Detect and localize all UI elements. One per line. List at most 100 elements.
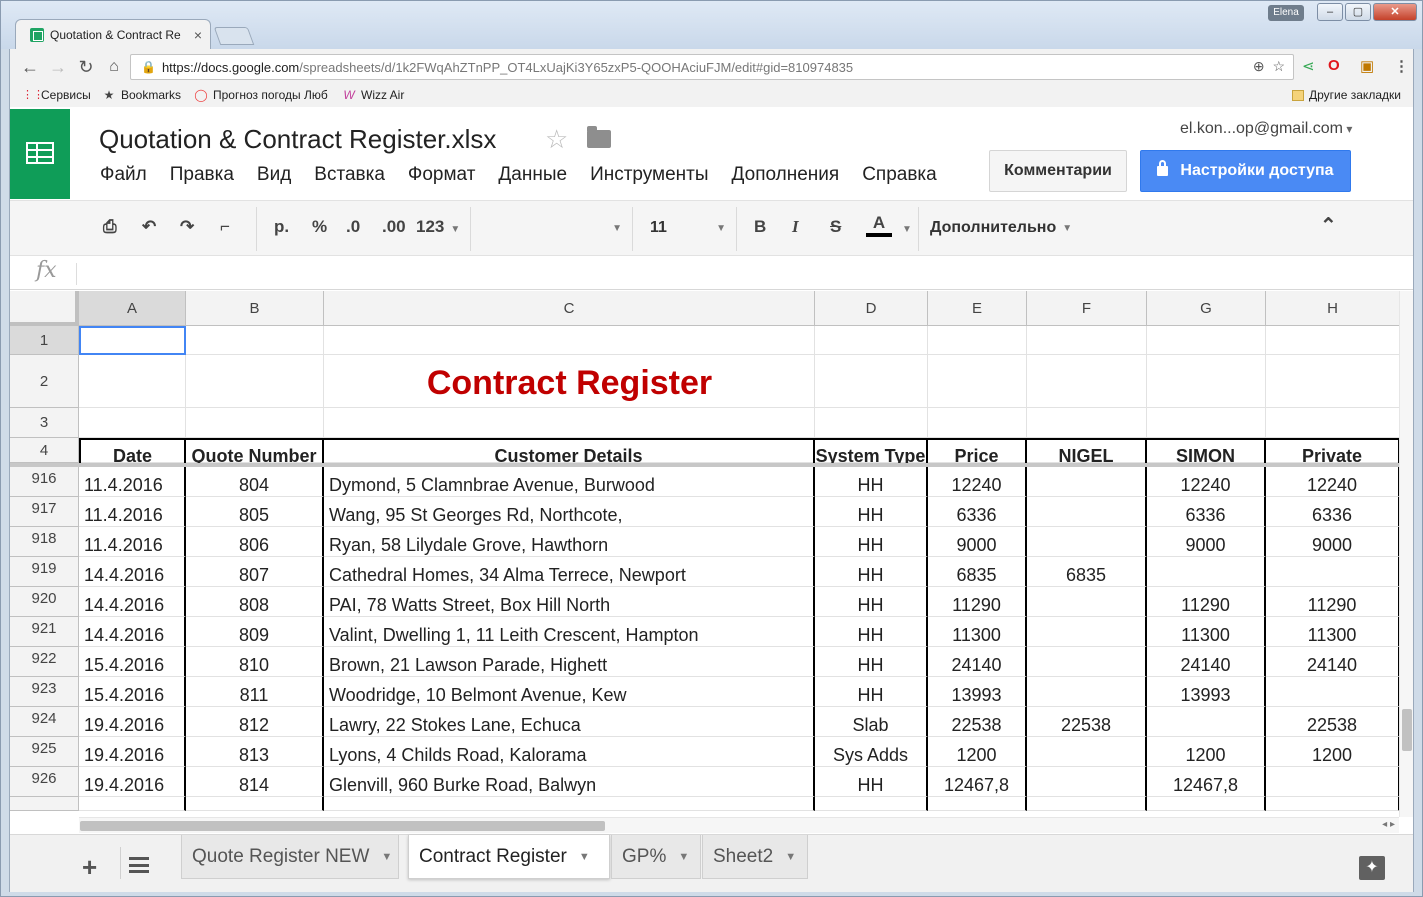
- row-header[interactable]: 926: [10, 767, 79, 797]
- menu-addons[interactable]: Дополнения: [732, 164, 840, 186]
- cell[interactable]: [79, 408, 186, 438]
- cell[interactable]: [1147, 408, 1266, 438]
- menu-file[interactable]: Файл: [100, 164, 147, 186]
- paint-format-icon[interactable]: ⌐: [220, 217, 230, 237]
- table-cell[interactable]: 809: [186, 617, 324, 647]
- cell[interactable]: [1027, 355, 1147, 408]
- vertical-scrollbar[interactable]: [1399, 291, 1413, 817]
- table-cell[interactable]: 12240: [928, 467, 1027, 497]
- table-cell[interactable]: HH: [815, 677, 928, 707]
- table-cell[interactable]: [1027, 677, 1147, 707]
- column-header-e[interactable]: E: [928, 291, 1027, 326]
- horizontal-scrollbar[interactable]: ◂ ▸: [79, 817, 1399, 833]
- cell[interactable]: [1266, 326, 1400, 355]
- table-cell[interactable]: Woodridge, 10 Belmont Avenue, Kew: [324, 677, 815, 707]
- row-header-3[interactable]: 3: [10, 408, 79, 438]
- table-cell[interactable]: 12467,8: [1147, 767, 1266, 797]
- table-cell[interactable]: 808: [186, 587, 324, 617]
- table-cell[interactable]: HH: [815, 527, 928, 557]
- table-cell[interactable]: Brown, 21 Lawson Parade, Highett: [324, 647, 815, 677]
- table-cell[interactable]: 9000: [1147, 527, 1266, 557]
- active-cell-selection[interactable]: [79, 326, 186, 355]
- table-cell[interactable]: [1147, 707, 1266, 737]
- sheet-tab-caret-icon[interactable]: ▼: [381, 851, 392, 863]
- row-header[interactable]: 925: [10, 737, 79, 767]
- cell[interactable]: [1147, 326, 1266, 355]
- table-cell[interactable]: [1266, 767, 1400, 797]
- table-cell[interactable]: [1027, 587, 1147, 617]
- all-sheets-menu-icon[interactable]: [129, 857, 149, 873]
- cell[interactable]: [1147, 355, 1266, 408]
- table-cell[interactable]: Dymond, 5 Clamnbrae Avenue, Burwood: [324, 467, 815, 497]
- decrease-decimal-button[interactable]: .0: [346, 217, 360, 237]
- percent-format-button[interactable]: %: [312, 217, 327, 237]
- table-cell[interactable]: 19.4.2016: [79, 707, 186, 737]
- column-title[interactable]: Quote Number: [186, 438, 324, 463]
- bookmark-star-icon[interactable]: ☆: [1272, 58, 1285, 74]
- row-header-1[interactable]: 1: [10, 326, 79, 355]
- address-bar[interactable]: 🔒 https://docs.google.com/spreadsheets/d…: [130, 54, 1294, 80]
- cell[interactable]: [186, 408, 324, 438]
- row-header[interactable]: 920: [10, 587, 79, 617]
- table-cell[interactable]: 6336: [1266, 497, 1400, 527]
- table-cell[interactable]: Glenvill, 960 Burke Road, Balwyn: [324, 767, 815, 797]
- table-cell[interactable]: HH: [815, 767, 928, 797]
- table-cell[interactable]: HH: [815, 617, 928, 647]
- chrome-menu-icon[interactable]: ⋮: [1394, 57, 1409, 75]
- table-cell[interactable]: [1027, 497, 1147, 527]
- close-window-button[interactable]: ✕: [1373, 3, 1417, 21]
- spreadsheet-grid[interactable]: A B C D E F G H 1 2 3 4 Contract Register Date Quote N…: [10, 291, 1413, 817]
- strikethrough-button[interactable]: S: [830, 217, 841, 237]
- extension-icon[interactable]: ▣: [1360, 57, 1374, 75]
- table-cell[interactable]: [1266, 677, 1400, 707]
- vertical-scroll-thumb[interactable]: [1402, 709, 1412, 751]
- table-cell[interactable]: 804: [186, 467, 324, 497]
- table-cell-partial[interactable]: [186, 797, 324, 811]
- forward-arrow-icon[interactable]: →: [44, 57, 72, 78]
- cell[interactable]: [928, 326, 1027, 355]
- row-header[interactable]: 921: [10, 617, 79, 647]
- table-cell[interactable]: 11300: [1266, 617, 1400, 647]
- table-cell[interactable]: 12467,8: [928, 767, 1027, 797]
- table-cell[interactable]: 9000: [1266, 527, 1400, 557]
- column-header-h[interactable]: H: [1266, 291, 1400, 326]
- table-cell[interactable]: 19.4.2016: [79, 737, 186, 767]
- share-button[interactable]: Настройки доступа: [1140, 150, 1351, 192]
- column-title[interactable]: System Type: [815, 438, 928, 463]
- table-cell[interactable]: 22538: [1266, 707, 1400, 737]
- account-email[interactable]: el.kon...op@gmail.com: [1180, 120, 1352, 138]
- opera-extension-icon[interactable]: O: [1328, 57, 1340, 74]
- table-cell[interactable]: 805: [186, 497, 324, 527]
- table-cell[interactable]: 15.4.2016: [79, 647, 186, 677]
- table-cell[interactable]: 13993: [1147, 677, 1266, 707]
- cell[interactable]: [186, 355, 324, 408]
- share-extension-icon[interactable]: ⋖: [1302, 57, 1315, 75]
- undo-icon[interactable]: ↶: [142, 217, 156, 237]
- back-arrow-icon[interactable]: ←: [16, 57, 44, 78]
- bookmark-wizzair[interactable]: W Wizz Air: [342, 88, 404, 102]
- profile-badge[interactable]: Elena: [1268, 5, 1304, 21]
- table-cell[interactable]: 11300: [1147, 617, 1266, 647]
- table-cell[interactable]: 24140: [928, 647, 1027, 677]
- cell[interactable]: [1027, 408, 1147, 438]
- table-cell[interactable]: [1027, 767, 1147, 797]
- column-header-a[interactable]: A: [79, 291, 186, 326]
- table-cell[interactable]: 14.4.2016: [79, 617, 186, 647]
- currency-format-button[interactable]: р.: [274, 217, 289, 237]
- cell[interactable]: [1266, 355, 1400, 408]
- table-cell[interactable]: 15.4.2016: [79, 677, 186, 707]
- row-header-2[interactable]: 2: [10, 355, 79, 408]
- table-cell-partial[interactable]: [324, 797, 815, 811]
- cell[interactable]: [324, 408, 815, 438]
- font-family-dropdown[interactable]: ▼: [472, 211, 622, 245]
- table-cell[interactable]: 14.4.2016: [79, 587, 186, 617]
- document-title[interactable]: Quotation & Contract Register.xlsx: [99, 124, 496, 155]
- more-formats-dropdown[interactable]: 123 ▼: [416, 217, 460, 237]
- cell[interactable]: [79, 355, 186, 408]
- column-header-f[interactable]: F: [1027, 291, 1147, 326]
- menu-tools[interactable]: Инструменты: [590, 164, 708, 186]
- horizontal-scroll-thumb[interactable]: [80, 821, 605, 831]
- table-cell[interactable]: [1027, 467, 1147, 497]
- italic-button[interactable]: I: [792, 217, 799, 237]
- reload-icon[interactable]: ↻: [72, 57, 100, 78]
